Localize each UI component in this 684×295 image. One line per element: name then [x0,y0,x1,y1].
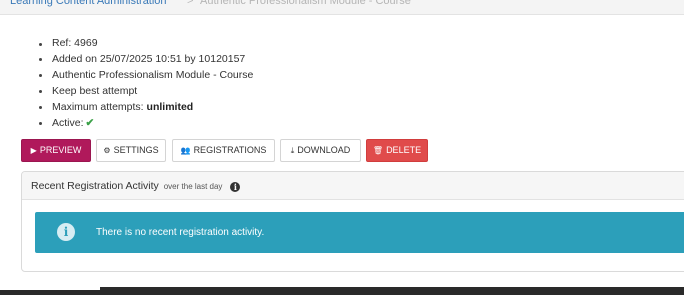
settings-button-label: SETTINGS [113,145,159,155]
detail-keep: Keep best attempt [38,84,253,100]
detail-active: Active: ✔ [38,116,253,132]
screen-bottom-edge [0,287,684,295]
detail-added-text: Added on 25/07/2025 10:51 by 10120157 [52,52,246,65]
detail-max-attempts: Maximum attempts: unlimited [38,100,253,116]
preview-button[interactable]: ▶ PREVIEW [21,139,91,162]
page: Learning Content Administration > Authen… [0,0,684,295]
info-alert: i There is no recent registration activi… [35,212,684,253]
download-icon: ⤓ [290,146,295,155]
alert-info-icon: i [57,223,75,241]
detail-course: Authentic Professionalism Module - Cours… [38,68,253,84]
preview-button-label: PREVIEW [39,145,82,155]
detail-added: Added on 25/07/2025 10:51 by 10120157 [38,52,253,68]
download-button[interactable]: ⤓ DOWNLOAD [280,139,361,162]
detail-ref: Ref: 4969 [38,36,253,52]
delete-button[interactable]: 🗑 DELETE [366,139,428,162]
panel-subtitle: over the last day [163,182,223,191]
panel-heading: Recent Registration Activity over the la… [22,172,684,200]
checkmark-icon: ✔ [85,116,95,129]
recent-registration-panel: Recent Registration Activity over the la… [21,171,684,272]
panel-title: Recent Registration Activity [31,180,159,192]
detail-keep-text: Keep best attempt [52,84,138,97]
settings-button[interactable]: ⚙ SETTINGS [96,139,166,162]
registrations-button-label: REGISTRATIONS [193,145,267,155]
registrations-button[interactable]: 👥 REGISTRATIONS [172,139,275,162]
detail-max-attempts-label: Maximum attempts: [52,100,147,113]
breadcrumb-separator: > [187,0,194,7]
detail-course-text: Authentic Professionalism Module - Cours… [52,68,254,81]
gear-icon: ⚙ [103,146,111,155]
trash-icon: 🗑 [372,146,384,155]
breadcrumb-link[interactable]: Learning Content Administration [10,0,167,10]
screen-edge-notch [0,287,100,290]
breadcrumb: Learning Content Administration > Authen… [0,0,684,15]
play-icon: ▶ [30,146,37,155]
users-icon: 👥 [180,146,191,155]
download-button-label: DOWNLOAD [297,145,351,155]
delete-button-label: DELETE [386,145,422,155]
course-details-list: Ref: 4969 Added on 25/07/2025 10:51 by 1… [38,36,253,131]
detail-ref-text: Ref: 4969 [52,37,98,49]
alert-text: There is no recent registration activity… [96,227,265,238]
detail-active-label: Active: [52,116,84,129]
detail-max-attempts-value: unlimited [146,100,194,113]
info-icon[interactable]: i [230,182,241,192]
breadcrumb-current: Authentic Professionalism Module - Cours… [200,0,411,7]
